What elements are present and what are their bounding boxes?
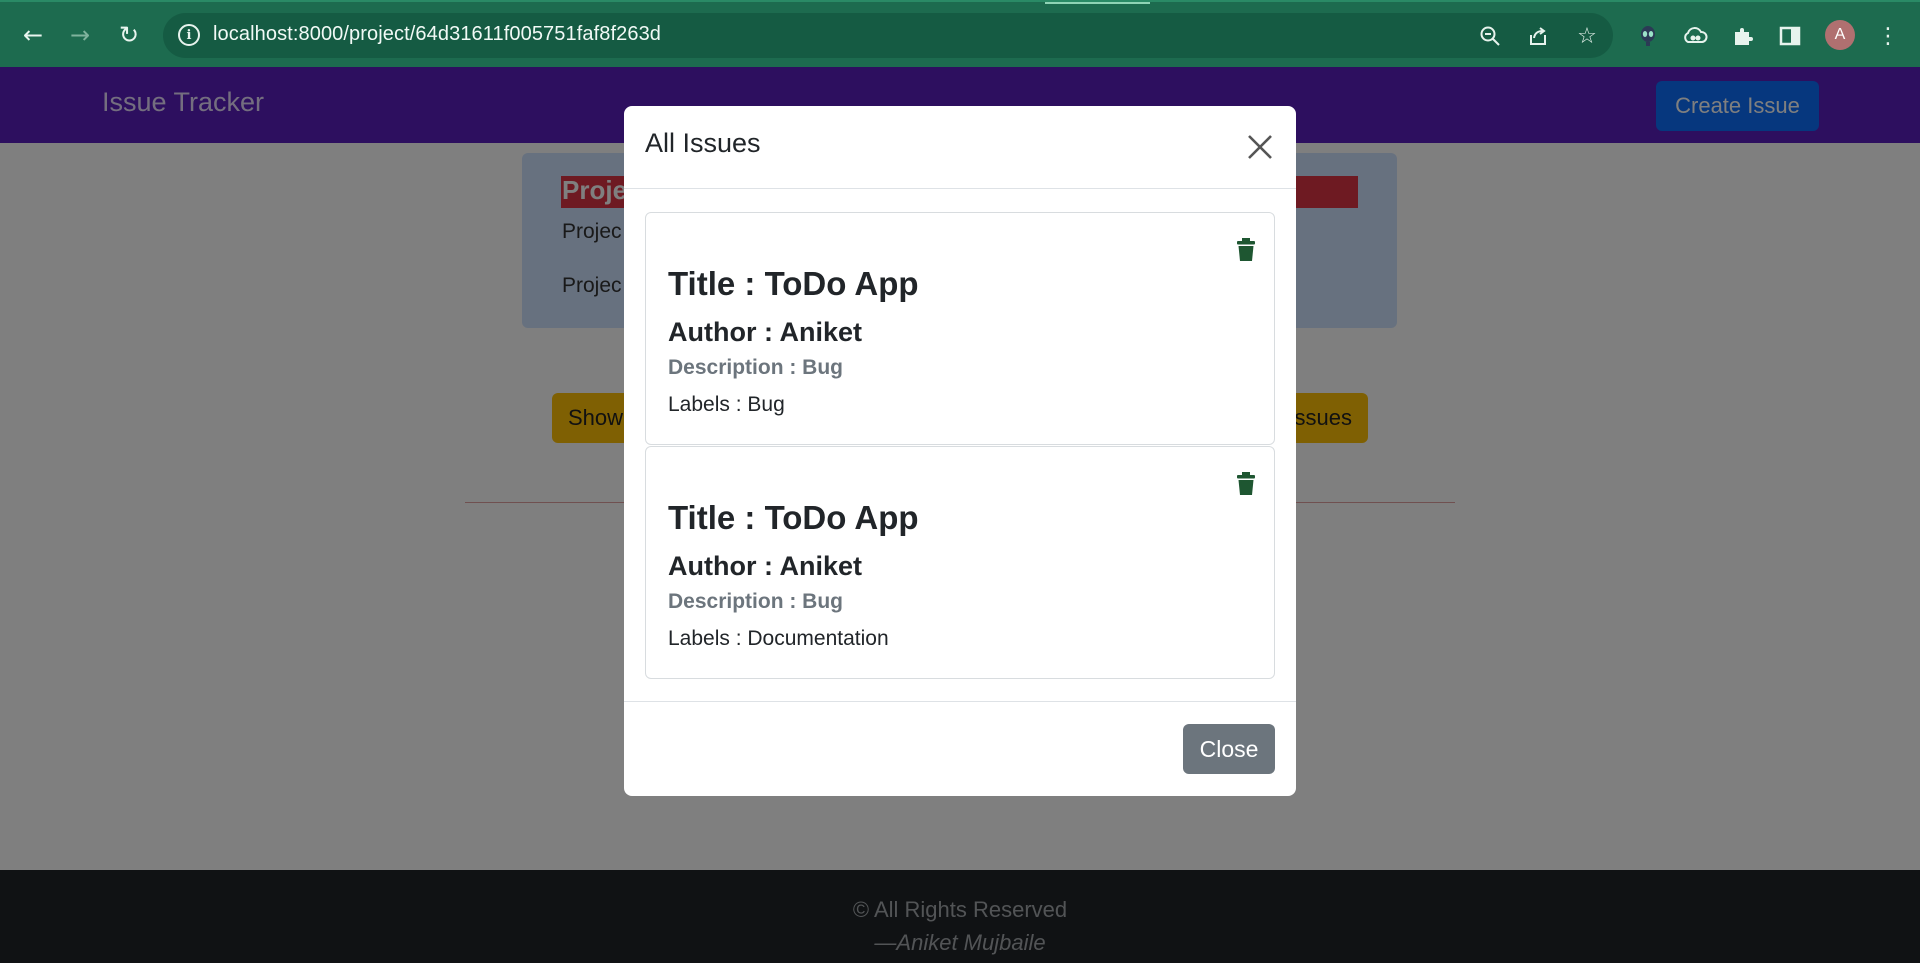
extension-alien-icon[interactable] <box>1633 21 1663 51</box>
issue-card: Title : ToDo App Author : Aniket Descrip… <box>645 212 1275 445</box>
modal-footer: Close <box>624 701 1296 796</box>
profile-avatar[interactable]: A <box>1825 20 1855 50</box>
issue-author: Author : Aniket <box>668 317 862 347</box>
bookmark-star-icon[interactable]: ☆ <box>1573 22 1601 50</box>
forward-icon[interactable]: → <box>63 18 97 52</box>
back-icon[interactable]: ← <box>16 18 50 52</box>
issue-title: Title : ToDo App <box>668 265 919 302</box>
side-panel-icon[interactable] <box>1775 21 1805 51</box>
issue-card: Title : ToDo App Author : Aniket Descrip… <box>645 446 1275 679</box>
url-text[interactable]: localhost:8000/project/64d31611f005751fa… <box>213 23 661 46</box>
issue-author: Author : Aniket <box>668 551 862 581</box>
zoom-icon[interactable] <box>1476 22 1504 50</box>
browser-toolbar: ← → ↻ i localhost:8000/project/64d31611f… <box>0 0 1920 67</box>
close-icon[interactable] <box>1244 128 1276 166</box>
reload-icon[interactable]: ↻ <box>112 18 146 52</box>
issue-labels: Labels : Documentation <box>668 627 889 650</box>
all-issues-modal: All Issues Title : ToDo App Author : Ani… <box>624 106 1296 796</box>
more-menu-icon[interactable]: ⋮ <box>1873 21 1903 51</box>
issue-title: Title : ToDo App <box>668 499 919 536</box>
issue-description: Description : Bug <box>668 590 844 613</box>
close-button[interactable]: Close <box>1183 724 1275 774</box>
issue-description: Description : Bug <box>668 356 844 379</box>
site-info-icon[interactable]: i <box>178 24 200 46</box>
share-icon[interactable] <box>1524 22 1552 50</box>
modal-header: All Issues <box>624 106 1296 189</box>
tab-indicator <box>1045 2 1150 4</box>
trash-icon[interactable] <box>1236 238 1256 262</box>
issue-labels: Labels : Bug <box>668 393 785 416</box>
extensions-puzzle-icon[interactable] <box>1728 21 1758 51</box>
modal-title: All Issues <box>645 128 761 158</box>
extension-cloud-icon[interactable] <box>1680 21 1710 51</box>
trash-icon[interactable] <box>1236 472 1256 496</box>
